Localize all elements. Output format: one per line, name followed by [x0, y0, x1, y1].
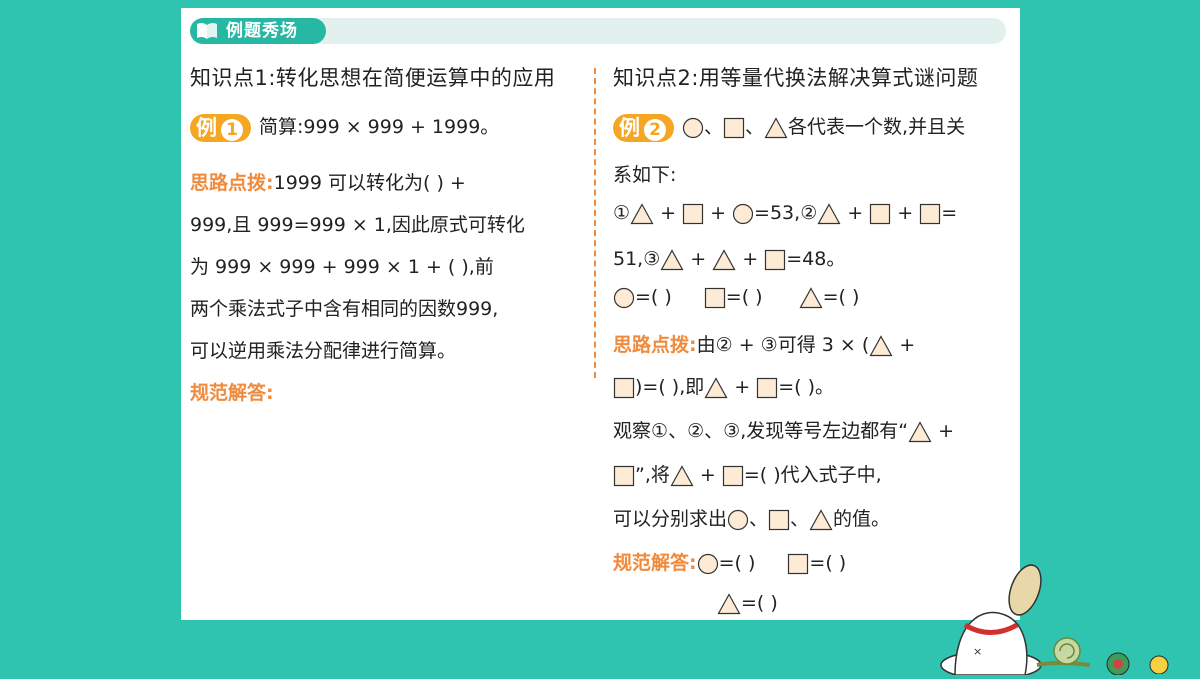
right-answer-row2: =( )	[717, 592, 778, 615]
left-answer-label: 规范解答:	[190, 382, 274, 404]
section-title: 例题秀场	[226, 21, 298, 41]
right-hint-line2: )=( ),即 + =( )。	[613, 372, 834, 399]
triangle-icon	[660, 248, 684, 271]
square-icon	[704, 287, 726, 309]
square-icon	[919, 203, 941, 225]
circle-icon	[613, 287, 635, 309]
left-hint-line4: 两个乘法式子中含有相同的因数999,	[190, 298, 499, 320]
right-answer-row1: 规范解答: =( ) =( )	[613, 552, 847, 575]
right-hint-line5: 可以分别求出、、的值。	[613, 508, 891, 531]
blank-row: =( ) =( ) =( )	[613, 286, 859, 309]
section-badge: 例题秀场	[190, 18, 326, 44]
content-card: 例题秀场 知识点1:转化思想在简便运算中的应用 例 1 简算:999 × 999 +…	[181, 8, 1020, 620]
triangle-icon	[712, 248, 736, 271]
right-hint-line4: ”,将 + =( )代入式子中,	[613, 460, 882, 487]
example-badge-1: 例1	[190, 113, 251, 142]
right-hint-line3: 观察①、②、③,发现等号左边都有“ +	[613, 420, 955, 443]
circle-icon	[727, 509, 749, 531]
triangle-icon	[869, 334, 893, 357]
right-p2: 系如下:	[613, 164, 677, 186]
square-icon	[768, 509, 790, 531]
triangle-icon	[704, 376, 728, 399]
square-icon	[722, 465, 744, 487]
triangle-icon	[799, 286, 823, 309]
left-hint-line5: 可以逆用乘法分配律进行简算。	[190, 340, 457, 362]
square-icon	[764, 249, 786, 271]
left-hint-line3: 为 999 × 999 + 999 × 1 + ( ),前	[190, 256, 494, 278]
square-icon	[682, 203, 704, 225]
square-icon	[613, 377, 635, 399]
right-example: 例 2、、各代表一个数,并且关	[613, 112, 965, 142]
equation-3: 51,③ + + =48。	[613, 248, 846, 271]
left-example: 例 1 简算:999 × 999 + 1999。	[190, 112, 499, 142]
equation-1-2: ① + + =53,② + + =	[613, 202, 958, 225]
right-hint-line1: 思路点拨:由② + ③可得 3 × ( +	[613, 334, 916, 357]
circle-icon	[682, 117, 704, 139]
square-icon	[723, 117, 745, 139]
left-hint-line1: 思路点拨:1999 可以转化为( ) +	[190, 172, 466, 194]
right-title: 知识点2:用等量代换法解决算式谜问题	[613, 66, 979, 90]
triangle-icon	[809, 508, 833, 531]
triangle-icon	[908, 420, 932, 443]
book-icon	[196, 22, 218, 48]
triangle-icon	[717, 592, 741, 615]
svg-text:×: ×	[973, 645, 982, 658]
triangle-icon	[764, 116, 788, 139]
circle-icon	[697, 553, 719, 575]
example-badge-2: 例2	[613, 113, 674, 142]
triangle-icon	[670, 464, 694, 487]
square-icon	[613, 465, 635, 487]
section-banner: 例题秀场	[190, 18, 1006, 44]
triangle-icon	[817, 202, 841, 225]
left-title: 知识点1:转化思想在简便运算中的应用	[190, 66, 556, 90]
triangle-icon	[630, 202, 654, 225]
square-icon	[869, 203, 891, 225]
left-problem: 简算:999 × 999 + 1999。	[259, 116, 500, 138]
yellow-ball-icon	[1145, 654, 1173, 678]
square-icon	[756, 377, 778, 399]
snail-illustration	[1035, 633, 1095, 672]
column-divider	[594, 68, 596, 378]
circle-icon	[732, 203, 754, 225]
square-icon	[787, 553, 809, 575]
left-hint-line2: 999,且 999=999 × 1,因此原式可转化	[190, 214, 525, 236]
